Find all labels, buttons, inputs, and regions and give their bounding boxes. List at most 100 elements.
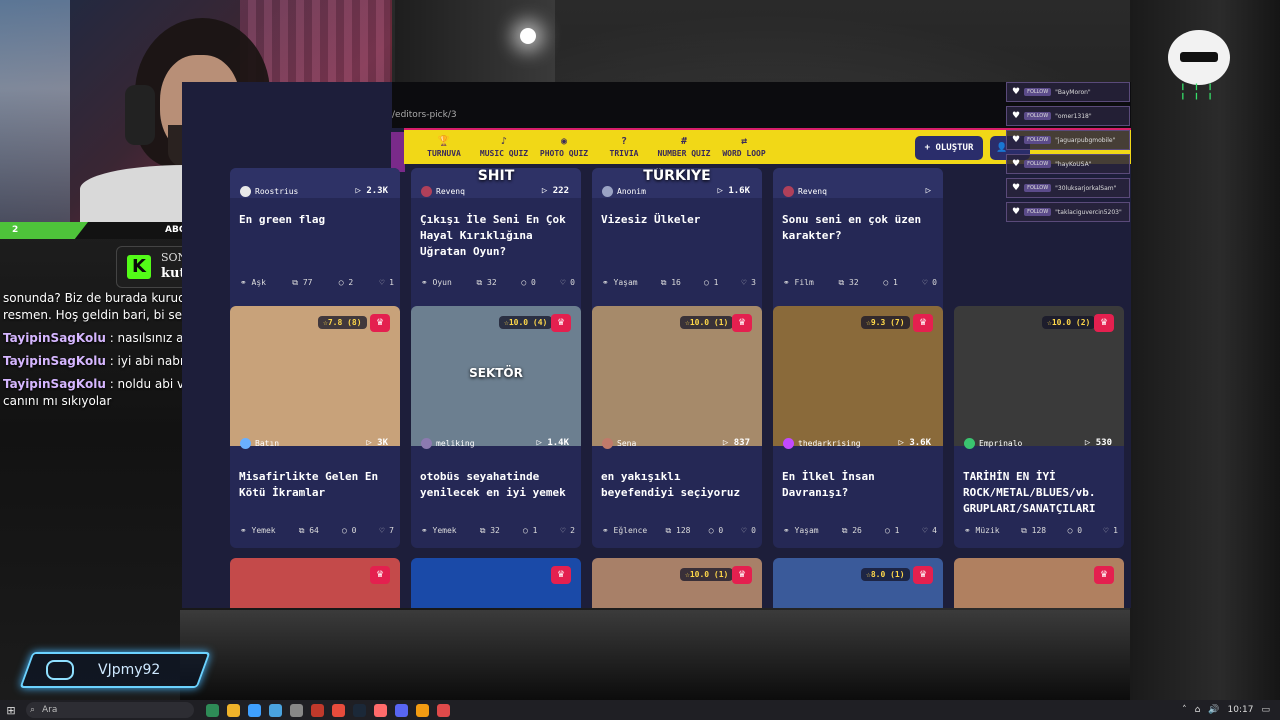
quiz-card[interactable]: TÜRKIYE Anonim ▷ 1.6K Vizesiz Ülkeler ⚭ Yaşa…	[592, 168, 762, 323]
comments-count: 0	[718, 526, 724, 535]
quiz-card[interactable]: ♛	[954, 558, 1124, 608]
create-button[interactable]: + OLUŞTUR	[915, 136, 983, 160]
crown-icon[interactable]: ♛	[551, 566, 571, 584]
card-title[interactable]: otobüs seyahatinde yenilecek en iyi yeme…	[420, 469, 574, 501]
heart-icon: ♡	[379, 278, 390, 287]
card-plays: ⧉ 77	[292, 278, 312, 288]
card-comments: ◯ 0	[342, 526, 356, 536]
views-count: 1.4K	[547, 438, 569, 448]
address-bar[interactable]: /editors-pick/3	[392, 110, 457, 120]
crown-icon[interactable]: ♛	[1094, 314, 1114, 332]
taskbar-app-icon[interactable]	[353, 703, 366, 717]
comment-icon: ◯	[522, 526, 533, 535]
card-likes: ♡ 0	[923, 278, 937, 288]
taskbar-search[interactable]: ⌕ Ara	[26, 702, 194, 718]
heart-icon: ♡	[922, 278, 933, 287]
plays-count: 32	[490, 526, 500, 535]
card-plays: ⧉ 32	[838, 278, 858, 288]
taskbar-app-icon[interactable]	[290, 703, 303, 717]
author-name: Anonim	[617, 187, 646, 196]
author-avatar	[602, 438, 613, 449]
play-icon: ▷	[1084, 438, 1096, 448]
crown-icon[interactable]: ♛	[913, 314, 933, 332]
nav-item[interactable]: ◉ PHOTO QUIZ	[534, 136, 594, 158]
card-comments: ◯ 2	[339, 278, 353, 288]
card-title[interactable]: en yakışıklı beyefendiyi seçiyoruz	[601, 469, 755, 501]
plays-icon: ⧉	[298, 526, 310, 535]
crown-icon[interactable]: ♛	[732, 314, 752, 332]
follow-alert: ♥ FOLLOW "omer1318"	[1006, 106, 1130, 126]
quiz-card[interactable]: ☆10.0 (2) ♛ Emprinalo ▷ 530 TARİHİN EN İYİ R…	[954, 306, 1124, 548]
follow-alert: ♥ FOLLOW "jaguarpubgmobile"	[1006, 130, 1130, 150]
category-label: Oyun	[432, 278, 452, 287]
card-category: ⚭ Yaşam	[783, 526, 819, 536]
quiz-card[interactable]: SHIT Revenq ▷ 222 Çıkışı İle Seni En Çok Ha…	[411, 168, 581, 323]
quiz-card[interactable]: ☆10.0 (1) ♛	[592, 558, 762, 608]
nav-item[interactable]: ♪ MUSIC QUIZ	[474, 136, 534, 158]
follower-name: "hayKoUSA"	[1055, 160, 1092, 168]
author-avatar	[421, 186, 432, 197]
taskbar-app-icon[interactable]	[269, 703, 282, 717]
comment-icon: ◯	[708, 526, 719, 535]
volume-icon[interactable]: 🔊	[1208, 705, 1219, 715]
crown-icon[interactable]: ♛	[732, 566, 752, 584]
quiz-card[interactable]: ☆7.8 (8) ♛ Batın ▷ 3K Misafirlikte Gelen En …	[230, 306, 400, 548]
category-label: Yemek	[432, 526, 457, 535]
taskbar-app-icon[interactable]	[248, 703, 261, 717]
card-title[interactable]: En İlkel İnsan Davranışı?	[782, 469, 936, 501]
quiz-card[interactable]: ♛	[411, 558, 581, 608]
crown-icon[interactable]: ♛	[551, 314, 571, 332]
category-icon: ⚭	[783, 278, 795, 287]
chevron-up-icon[interactable]: ˄	[1182, 705, 1187, 715]
notification-icon[interactable]: ▭	[1261, 705, 1270, 715]
crown-icon[interactable]: ♛	[913, 566, 933, 584]
quiz-card[interactable]: ☆9.3 (7) ♛ thedarkrising ▷ 3.6K En İlkel İns…	[773, 306, 943, 548]
quiz-card[interactable]: Roostrius ▷ 2.3K En green flag ⚭ Aşk ⧉ 77 ◯ 2…	[230, 168, 400, 323]
comments-count: 0	[351, 526, 357, 535]
card-title[interactable]: En green flag	[239, 212, 393, 228]
taskbar-app-icon[interactable]	[395, 703, 408, 717]
likes-count: 1	[389, 278, 394, 287]
taskbar-app-icon[interactable]	[227, 703, 240, 717]
quiz-card[interactable]: ☆10.0 (1) ♛ Sena ▷ 837 en yakışıklı beyefend…	[592, 306, 762, 548]
views-count: 222	[552, 186, 569, 196]
card-meta: ⚭ Oyun ⧉ 32 ◯ 0 ♡ 0	[421, 278, 575, 288]
browser-window: /editors-pick/3 🏆 TURNUVA ♪ MUSIC QUIZ ◉ PHOT…	[182, 82, 1131, 608]
nav-item[interactable]: # NUMBER QUIZ	[654, 136, 714, 158]
card-comments: ◯ 0	[1068, 526, 1082, 536]
taskbar-app-icon[interactable]	[437, 703, 450, 717]
follow-tag: FOLLOW	[1024, 88, 1052, 96]
taskbar-app-icon[interactable]	[416, 703, 429, 717]
taskbar-app-icon[interactable]	[206, 703, 219, 717]
card-title[interactable]: Çıkışı İle Seni En Çok Hayal Kırıklığına…	[420, 212, 574, 260]
taskbar-app-icon[interactable]	[374, 703, 387, 717]
card-views: ▷ 222	[542, 186, 569, 196]
windows-start-icon[interactable]: ⊞	[0, 704, 22, 717]
crown-icon[interactable]: ♛	[370, 566, 390, 584]
nav-item[interactable]: 🏆 TURNUVA	[414, 136, 474, 158]
category-label: Film	[794, 278, 814, 287]
crown-icon[interactable]: ♛	[1094, 566, 1114, 584]
card-title[interactable]: Sonu seni en çok üzen karakter?	[782, 212, 936, 244]
card-title[interactable]: Misafirlikte Gelen En Kötü İkramlar	[239, 469, 393, 501]
rating-badge: ☆10.0 (1)	[680, 316, 734, 329]
nav-item-label: NUMBER QUIZ	[657, 149, 711, 158]
card-likes: ♡ 0	[561, 278, 575, 288]
card-title[interactable]: TARİHİN EN İYİ ROCK/METAL/BLUES/vb. GRUP…	[963, 469, 1117, 517]
taskbar-app-icon[interactable]	[332, 703, 345, 717]
quiz-card[interactable]: SEKTÖR ☆10.0 (4) ♛ meliking ▷ 1.4K otobüs sey…	[411, 306, 581, 548]
discord-username: VJpmy92	[98, 662, 161, 678]
card-title[interactable]: Vizesiz Ülkeler	[601, 212, 755, 228]
trophy-icon: 🏆	[437, 136, 451, 147]
quiz-card[interactable]: ☆8.0 (1) ♛	[773, 558, 943, 608]
quiz-card[interactable]: En İyi♛	[230, 558, 400, 608]
crown-icon[interactable]: ♛	[370, 314, 390, 332]
quiz-card[interactable]: Revenq ▷ Sonu seni en çok üzen karakter? ⚭…	[773, 168, 943, 323]
author-name: thedarkrising	[798, 439, 861, 448]
clock[interactable]: 10:17	[1228, 705, 1254, 715]
nav-item[interactable]: ? TRIVIA	[594, 136, 654, 158]
card-author: Revenq	[783, 186, 827, 197]
taskbar-app-icon[interactable]	[311, 703, 324, 717]
nav-item[interactable]: ⇄ WORD LOOP	[714, 136, 774, 158]
network-icon[interactable]: ⌂	[1195, 705, 1201, 715]
